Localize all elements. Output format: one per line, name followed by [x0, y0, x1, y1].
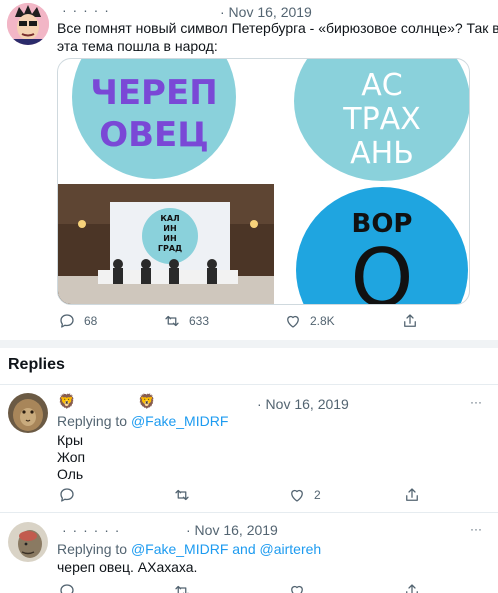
reply1-reply-action[interactable]	[58, 486, 76, 504]
reply2-more-icon[interactable]: ···	[470, 522, 482, 536]
author-avatar[interactable]	[7, 3, 49, 45]
media-image-2[interactable]: АС ТРАХ АНЬ	[276, 59, 469, 182]
retweet-count: 633	[189, 314, 210, 328]
img2-word-2: ТРАХ	[343, 102, 421, 137]
reply2-avatar[interactable]	[8, 522, 48, 562]
img2-word-3: АНЬ	[350, 136, 414, 171]
reply2-reply-action[interactable]	[58, 582, 76, 593]
media-image-1[interactable]: ЧЕРЕП ОВЕЦ	[58, 59, 274, 182]
author-name-redacted: · · · · ·	[62, 2, 110, 18]
reply1-line-1: Кры	[57, 432, 84, 448]
tweet-text-line-1: Все помнят новый символ Петербурга - «би…	[57, 20, 498, 36]
reply-icon	[60, 488, 74, 502]
media-image-4[interactable]: ВОР О	[276, 184, 469, 305]
retweet-icon	[165, 315, 179, 327]
img4-word-2: О	[350, 232, 414, 305]
img3-word-1: КАЛ	[160, 214, 180, 223]
reply-icon	[60, 314, 74, 328]
img1-word-2: ОВЕЦ	[99, 115, 209, 155]
reply-count: 68	[84, 314, 98, 328]
blue-sun-circle: ВОР О	[296, 187, 468, 305]
reply1-more-icon[interactable]: ···	[470, 395, 482, 409]
tweet-media-grid[interactable]: ЧЕРЕП ОВЕЦ АС ТРАХ АНЬ КАЛ ИН ИН ГРАД ВО…	[57, 58, 470, 305]
turquoise-sun-circle: ЧЕРЕП ОВЕЦ	[72, 59, 236, 179]
section-divider	[0, 340, 498, 348]
img2-word-1: АС	[361, 68, 403, 103]
reply1-like-action[interactable]: 2	[288, 486, 321, 504]
retweet-action[interactable]: 633	[163, 312, 209, 330]
reply1-retweet-action[interactable]	[173, 486, 191, 504]
reply1-name-emoji-right: 🦁	[138, 393, 156, 409]
reply2-retweet-action[interactable]	[173, 582, 191, 593]
reply1-avatar[interactable]	[8, 393, 48, 433]
share-action[interactable]	[401, 312, 419, 330]
reply1-share-action[interactable]	[403, 486, 421, 504]
reply2-share-action[interactable]	[403, 582, 421, 593]
reply1-replying-prefix: Replying to	[57, 413, 128, 429]
heart-icon	[287, 315, 299, 328]
img3-word-4: ГРАД	[157, 244, 183, 253]
reply2-mention-links[interactable]: @Fake_MIDRF and @airtereh	[131, 541, 321, 557]
like-count: 2.8K	[310, 314, 335, 328]
retweet-icon	[175, 585, 189, 593]
replies-heading: Replies	[8, 356, 65, 373]
heart-icon	[291, 489, 303, 502]
reply1-line-3: Оль	[57, 466, 84, 482]
media-image-3[interactable]: КАЛ ИН ИН ГРАД	[58, 184, 274, 304]
like-action[interactable]: 2.8K	[284, 312, 335, 330]
reply1-date[interactable]: · Nov 16, 2019	[257, 395, 349, 413]
reply1-mention-link[interactable]: @Fake_MIDRF	[131, 413, 228, 429]
replies-heading-divider	[0, 384, 498, 385]
heart-icon	[291, 585, 303, 593]
tweet-text-line-2: эта тема пошла в народ:	[57, 38, 218, 54]
reply1-line-2: Жоп	[57, 449, 86, 465]
turquoise-sun-circle: АС ТРАХ АНЬ	[294, 59, 469, 181]
share-icon	[406, 488, 418, 501]
img3-word-2: ИН	[163, 224, 177, 233]
reply1-replying-line: Replying to @Fake_MIDRF	[57, 412, 228, 430]
reply2-date[interactable]: · Nov 16, 2019	[186, 521, 278, 539]
reply-divider	[0, 512, 498, 513]
reply-action[interactable]: 68	[58, 312, 97, 330]
reply1-like-count: 2	[314, 488, 321, 502]
share-icon	[406, 584, 418, 593]
reply2-text: череп овец. АХахаха.	[57, 559, 198, 575]
reply2-replying-line: Replying to @Fake_MIDRF and @airtereh	[57, 540, 321, 558]
retweet-icon	[175, 489, 189, 501]
reply1-name-emoji-left: 🦁	[58, 393, 76, 409]
img3-caption: КАЛ ИН ИН ГРАД	[144, 214, 196, 254]
img3-word-3: ИН	[163, 234, 177, 243]
reply2-replying-prefix: Replying to	[57, 541, 128, 557]
img1-word-1: ЧЕРЕП	[90, 73, 218, 113]
reply2-like-action[interactable]	[288, 582, 306, 593]
reply2-author-name-redacted: · · · · · ·	[62, 522, 121, 538]
reply-icon	[60, 584, 74, 593]
share-icon	[404, 314, 416, 327]
